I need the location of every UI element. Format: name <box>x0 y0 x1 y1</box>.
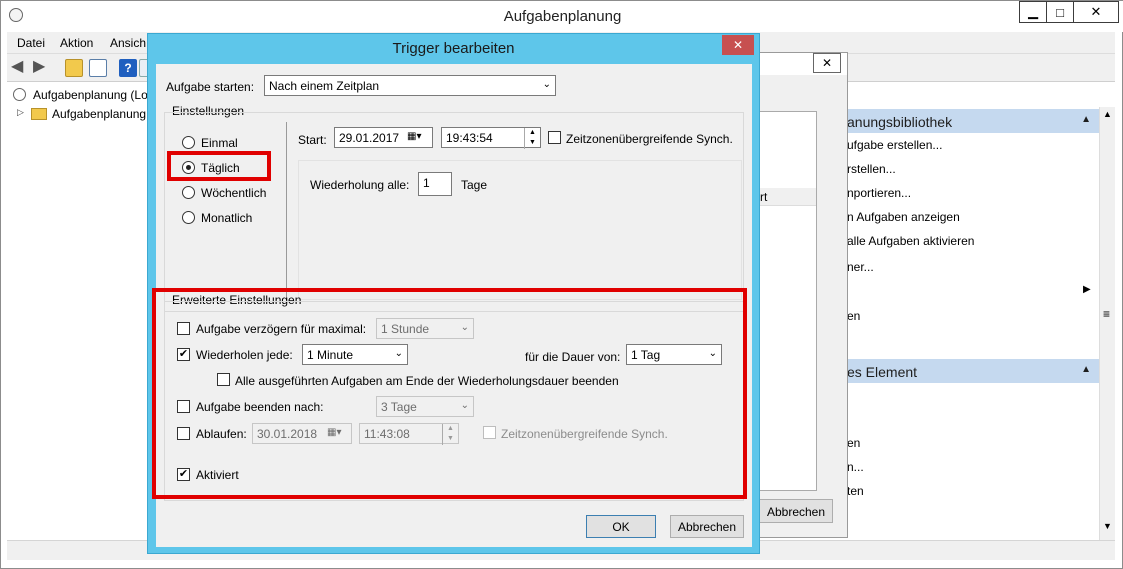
radio-weekly-label: Wöchentlich <box>201 186 267 200</box>
calendar-icon[interactable]: ▦▾ <box>407 131 421 142</box>
tree-root[interactable]: Aufgabenplanung (Lo <box>33 88 148 102</box>
section-title: anungsbibliothek <box>847 114 953 130</box>
radio-monthly-label: Monatlich <box>201 211 253 225</box>
show-pane-icon[interactable] <box>89 59 107 77</box>
tree-library[interactable]: Aufgabenplanung <box>52 107 146 121</box>
menu-action[interactable]: Aktion <box>60 36 93 50</box>
close-button[interactable]: ✕ <box>813 53 841 73</box>
action-import[interactable]: nportieren... <box>847 186 911 200</box>
repeat-every-value: 1 <box>423 176 430 190</box>
radio-weekly[interactable] <box>182 186 195 199</box>
expand-arrow-icon[interactable]: ▷ <box>17 107 24 118</box>
window-title: Aufgabenplanung <box>503 8 622 25</box>
close-button[interactable]: ✕ <box>722 35 754 55</box>
repeat-every-label: Wiederholung alle: <box>310 178 410 192</box>
action-element-2[interactable]: n... <box>847 460 864 474</box>
settings-divider <box>286 122 287 302</box>
action-create[interactable]: rstellen... <box>847 162 896 176</box>
scroll-up-icon[interactable]: ▲ <box>1103 109 1112 119</box>
start-date-value: 29.01.2017 <box>339 131 400 145</box>
dialog-title: Trigger bearbeiten <box>392 40 515 57</box>
highlight-advanced-settings <box>152 288 747 499</box>
actions-section-library[interactable]: anungsbibliothek ▲ <box>847 109 1099 133</box>
column-label: rt <box>760 190 768 204</box>
collapse-arrow-icon[interactable]: ▲ <box>1081 114 1091 125</box>
list-header: rt <box>760 188 816 206</box>
repeat-every-input[interactable]: 1 <box>418 172 452 196</box>
start-time-value: 19:43:54 <box>446 131 493 145</box>
properties-titlebar: ✕ <box>749 53 847 75</box>
selected-value: Nach einem Zeitplan <box>269 79 380 93</box>
start-date-picker[interactable]: 29.01.2017 ▦▾ <box>334 127 433 148</box>
main-titlebar: Aufgabenplanung ▁ □ ✕ <box>1 1 1123 32</box>
start-time-field[interactable]: 19:43:54 ▲ ▼ <box>441 127 541 149</box>
minimize-button[interactable]: ▁ <box>1019 1 1047 23</box>
radio-monthly[interactable] <box>182 211 195 224</box>
days-label: Tage <box>461 178 488 192</box>
scroll-down-icon[interactable]: ▼ <box>1103 521 1112 531</box>
action-folder[interactable]: ner... <box>847 260 874 274</box>
sync-checkbox[interactable] <box>548 131 561 144</box>
clock-icon <box>13 88 26 101</box>
back-arrow-icon[interactable]: ◀ <box>11 59 29 77</box>
time-spinner[interactable]: ▲ ▼ <box>524 128 540 149</box>
scrollbar[interactable]: ▲ ≡ ▼ <box>1099 107 1115 540</box>
up-folder-icon[interactable] <box>65 59 83 77</box>
action-element-3[interactable]: ten <box>847 484 864 498</box>
trigger-list[interactable]: rt <box>759 111 817 491</box>
start-label: Start: <box>298 133 327 147</box>
action-element-1[interactable]: en <box>847 436 860 450</box>
tree-pane: Aufgabenplanung (Lo ▷ Aufgabenplanung <box>7 83 148 540</box>
collapse-arrow-icon[interactable]: ▲ <box>1081 364 1091 375</box>
help-icon[interactable]: ? <box>119 59 137 77</box>
cancel-button[interactable]: Abbrechen <box>759 499 833 523</box>
action-show-tasks[interactable]: n Aufgaben anzeigen <box>847 210 960 224</box>
maximize-button[interactable]: □ <box>1046 1 1074 23</box>
forward-arrow-icon[interactable]: ▶ <box>33 59 51 77</box>
start-task-select[interactable]: Nach einem Zeitplan ⌄ <box>264 75 556 96</box>
folder-icon <box>31 108 47 120</box>
action-partial[interactable]: en <box>847 309 860 323</box>
radio-once[interactable] <box>182 136 195 149</box>
highlight-daily-option <box>167 151 271 181</box>
action-create-task[interactable]: ufgabe erstellen... <box>847 138 942 152</box>
chevron-down-icon: ⌄ <box>542 79 551 90</box>
cancel-button[interactable]: Abbrechen <box>670 515 744 538</box>
radio-once-label: Einmal <box>201 136 238 150</box>
actions-pane: anungsbibliothek ▲ ufgabe erstellen... r… <box>847 83 1099 540</box>
close-button[interactable]: ✕ <box>1073 1 1119 23</box>
menu-file[interactable]: Datei <box>17 36 45 50</box>
menu-view[interactable]: Ansich <box>110 36 146 50</box>
ok-button[interactable]: OK <box>586 515 656 538</box>
section-title: es Element <box>847 364 918 380</box>
action-enable-all[interactable]: alle Aufgaben aktivieren <box>847 234 974 248</box>
properties-dialog: ✕ rt Abbrechen <box>748 52 848 538</box>
start-task-label: Aufgabe starten: <box>166 80 255 94</box>
actions-section-element[interactable]: es Element ▲ <box>847 359 1099 383</box>
submenu-arrow-icon[interactable]: ▶ <box>1083 284 1091 295</box>
sync-label: Zeitzonenübergreifende Synch. <box>566 132 733 146</box>
grip-icon[interactable]: ≡ <box>1103 307 1110 321</box>
